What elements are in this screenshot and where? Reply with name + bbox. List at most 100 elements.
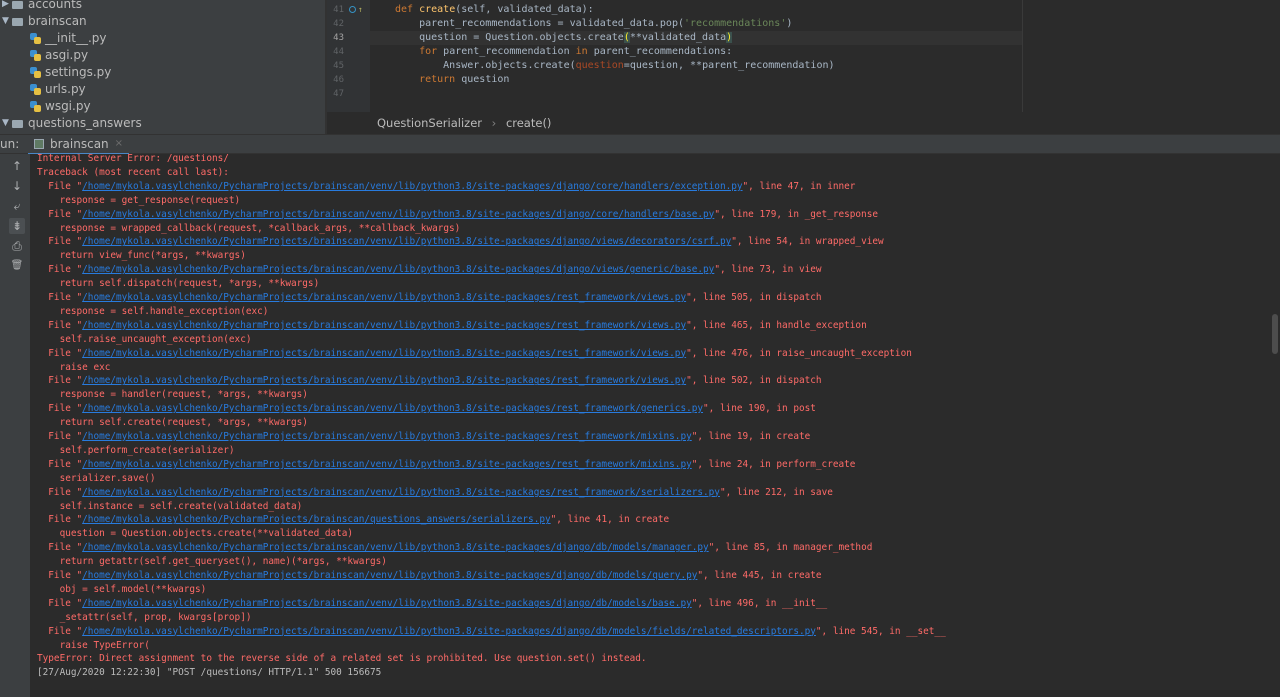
folder-icon xyxy=(12,0,23,9)
file-path-link[interactable]: /home/mykola.vasylchenko/PycharmProjects… xyxy=(82,236,731,247)
file-path-link[interactable]: /home/mykola.vasylchenko/PycharmProjects… xyxy=(82,514,550,525)
scroll-to-end-icon[interactable]: ⇟ xyxy=(9,218,25,234)
console-text: ", line 19, in create xyxy=(691,431,811,442)
python-file-icon xyxy=(30,101,41,112)
console-line: File "/home/mykola.vasylchenko/PycharmPr… xyxy=(37,263,822,277)
file-path-link[interactable]: /home/mykola.vasylchenko/PycharmProjects… xyxy=(82,209,714,220)
line-number: 44 xyxy=(333,47,344,57)
file-path-link[interactable]: /home/mykola.vasylchenko/PycharmProjects… xyxy=(82,431,692,442)
console-text: File " xyxy=(37,431,83,442)
breadcrumb-separator: › xyxy=(491,116,497,130)
console-line: File "/home/mykola.vasylchenko/PycharmPr… xyxy=(37,513,669,527)
code-line-44: for parent_recommendation in parent_reco… xyxy=(395,46,733,57)
console-output[interactable]: Internal Server Error: /questions/Traceb… xyxy=(30,154,1280,697)
code-editor[interactable]: def create(self, validated_data): parent… xyxy=(370,0,1280,112)
console-line: self.raise_uncaught_exception(exc) xyxy=(37,333,252,345)
tree-file[interactable]: asgi.py xyxy=(30,47,88,64)
tree-item-label: wsgi.py xyxy=(45,99,91,113)
console-line: File "/home/mykola.vasylchenko/PycharmPr… xyxy=(37,458,855,472)
file-path-link[interactable]: /home/mykola.vasylchenko/PycharmProjects… xyxy=(82,570,697,581)
console-line: File "/home/mykola.vasylchenko/PycharmPr… xyxy=(37,541,872,555)
console-text: ", line 502, in dispatch xyxy=(686,375,822,387)
console-text: ", line 73, in view xyxy=(714,264,822,276)
console-line: File "/home/mykola.vasylchenko/PycharmPr… xyxy=(37,374,822,388)
file-path-link[interactable]: /home/mykola.vasylchenko/PycharmProjects… xyxy=(82,542,709,553)
console-text: ", line 445, in create xyxy=(697,570,822,581)
soft-wrap-icon[interactable]: ⤶ xyxy=(9,198,25,214)
python-file-icon xyxy=(30,50,41,61)
console-line: response = self.handle_exception(exc) xyxy=(37,305,269,317)
console-line: response = get_response(request) xyxy=(37,194,241,206)
tree-file[interactable]: __init__.py xyxy=(30,30,107,47)
console-line: raise TypeError( xyxy=(37,639,150,651)
tree-folder[interactable]: ▶ accounts xyxy=(2,0,82,13)
line-number: 41 xyxy=(333,5,344,15)
console-line: File "/home/mykola.vasylchenko/PycharmPr… xyxy=(37,569,822,583)
file-path-link[interactable]: /home/mykola.vasylchenko/PycharmProjects… xyxy=(82,626,816,637)
code-line-43: question = Question.objects.create(**val… xyxy=(370,31,1022,45)
scroll-up-icon[interactable]: ↑ xyxy=(9,158,25,174)
trash-icon[interactable]: 🗑 xyxy=(9,258,25,274)
tree-folder[interactable]: ▼ brainscan xyxy=(2,13,87,30)
editor-breadcrumb: QuestionSerializer › create() xyxy=(327,112,1280,134)
tree-item-label: brainscan xyxy=(28,14,87,28)
file-path-link[interactable]: /home/mykola.vasylchenko/PycharmProjects… xyxy=(82,181,742,192)
console-text: ", line 476, in raise_uncaught_exception xyxy=(686,347,912,359)
console-line: File "/home/mykola.vasylchenko/PycharmPr… xyxy=(37,235,883,249)
file-path-link[interactable]: /home/mykola.vasylchenko/PycharmProjects… xyxy=(82,348,686,359)
scroll-down-icon[interactable]: ↓ xyxy=(9,178,25,194)
tree-item-label: urls.py xyxy=(45,82,86,96)
console-text: ", line 24, in perform_create xyxy=(691,458,856,470)
file-path-link[interactable]: /home/mykola.vasylchenko/PycharmProjects… xyxy=(82,487,720,498)
tree-file[interactable]: settings.py xyxy=(30,64,111,81)
console-line: self.perform_create(serializer) xyxy=(37,444,235,456)
console-line: response = handler(request, *args, **kwa… xyxy=(37,389,308,401)
console-line: File "/home/mykola.vasylchenko/PycharmPr… xyxy=(37,208,878,222)
tree-folder[interactable]: ▼ questions_answers xyxy=(2,115,142,132)
override-marker-icon[interactable] xyxy=(349,6,356,13)
python-file-icon xyxy=(30,67,41,78)
console-text: File " xyxy=(37,292,83,303)
file-path-link[interactable]: /home/mykola.vasylchenko/PycharmProjects… xyxy=(82,403,703,414)
chevron-down-icon[interactable]: ▼ xyxy=(2,13,12,30)
chevron-right-icon[interactable]: ▶ xyxy=(2,0,12,13)
console-text: File " xyxy=(37,625,83,637)
breadcrumb-class[interactable]: QuestionSerializer xyxy=(377,116,482,130)
console-text: File " xyxy=(37,597,83,609)
run-tab-label: brainscan xyxy=(50,137,109,151)
console-text: File " xyxy=(37,542,83,554)
run-tab-brainscan[interactable]: brainscan × xyxy=(28,135,130,155)
tree-file[interactable]: urls.py xyxy=(30,81,86,98)
file-path-link[interactable]: /home/mykola.vasylchenko/PycharmProjects… xyxy=(82,375,686,386)
close-tab-icon[interactable]: × xyxy=(115,135,123,153)
console-text: ", line 41, in create xyxy=(550,514,670,526)
print-icon[interactable]: ⎙ xyxy=(9,238,25,254)
console-text: File " xyxy=(37,375,83,387)
tree-file[interactable]: wsgi.py xyxy=(30,98,91,115)
tree-item-label: accounts xyxy=(28,0,83,11)
file-path-link[interactable]: /home/mykola.vasylchenko/PycharmProjects… xyxy=(82,292,686,303)
console-line: serializer.save() xyxy=(37,472,156,484)
line-number: 45 xyxy=(333,61,344,71)
tree-item-label: __init__.py xyxy=(45,31,107,45)
file-path-link[interactable]: /home/mykola.vasylchenko/PycharmProjects… xyxy=(82,320,686,331)
console-text: ", line 545, in __set__ xyxy=(815,625,946,637)
console-line: File "/home/mykola.vasylchenko/PycharmPr… xyxy=(37,347,912,361)
console-line: File "/home/mykola.vasylchenko/PycharmPr… xyxy=(37,486,833,500)
chevron-down-icon[interactable]: ▼ xyxy=(2,115,12,132)
console-line: Internal Server Error: /questions/ xyxy=(37,154,229,164)
console-scrollbar[interactable] xyxy=(1272,314,1278,354)
file-path-link[interactable]: /home/mykola.vasylchenko/PycharmProjects… xyxy=(82,264,714,275)
console-text: File " xyxy=(37,264,83,276)
console-line: self.instance = self.create(validated_da… xyxy=(37,500,303,512)
code-line-45: Answer.objects.create(question=question,… xyxy=(395,60,835,71)
breadcrumb-method[interactable]: create() xyxy=(506,116,551,130)
console-text: ", line 47, in inner xyxy=(742,180,856,192)
file-path-link[interactable]: /home/mykola.vasylchenko/PycharmProjects… xyxy=(82,459,692,470)
file-path-link[interactable]: /home/mykola.vasylchenko/PycharmProjects… xyxy=(82,598,692,609)
folder-icon xyxy=(12,119,23,128)
console-text: ", line 190, in post xyxy=(703,403,816,415)
console-text: File " xyxy=(37,180,83,192)
fold-marker-icon[interactable]: ↑ xyxy=(358,5,363,14)
run-label: un: xyxy=(0,137,20,151)
